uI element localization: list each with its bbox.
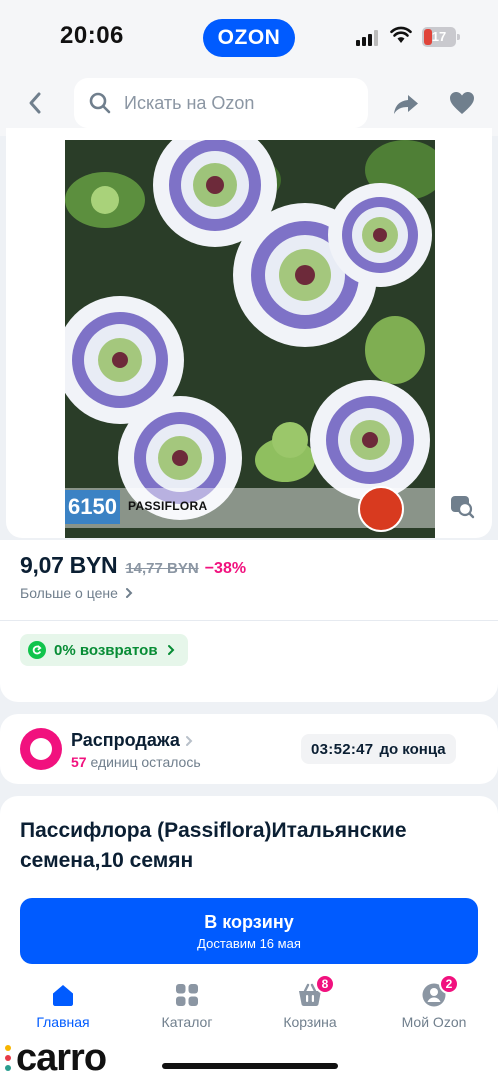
- product-info-card: Пассифлора (Passiflora)Итальянские семен…: [0, 796, 498, 982]
- carro-dots-icon: [4, 1043, 12, 1073]
- visual-search-button[interactable]: [440, 484, 484, 528]
- battery-level: 17: [431, 29, 447, 44]
- search-icon: [89, 92, 111, 114]
- tab-catalog-label: Каталог: [161, 1014, 213, 1030]
- carro-watermark-logo: carro: [4, 1037, 107, 1079]
- chevron-right-icon: [185, 735, 193, 746]
- add-to-cart-label: В корзину: [204, 912, 294, 932]
- more-about-price-label: Больше о цене: [20, 585, 118, 601]
- old-price: 14,77 BYN: [125, 560, 199, 577]
- returns-badge[interactable]: 0% возвратов: [20, 634, 188, 666]
- sale-remaining: 57 единиц осталось: [71, 754, 201, 770]
- chevron-right-icon: [167, 645, 174, 655]
- flower-3: [328, 183, 432, 287]
- timer-label: до конца: [379, 740, 446, 758]
- returns-label: 0% возвратов: [54, 641, 158, 659]
- more-about-price-link[interactable]: Больше о цене: [20, 585, 135, 601]
- packet-name: PASSIFLORA: [128, 499, 208, 513]
- quality-seal-icon: [358, 486, 404, 532]
- visual-search-icon: [451, 496, 475, 519]
- bottom-strip: carro: [0, 1036, 498, 1080]
- profile-icon: 2: [421, 974, 459, 1008]
- price-row: 9,07 BYN 14,77 BYN −38%: [20, 552, 246, 579]
- flower-6: [310, 380, 430, 500]
- current-price: 9,07 BYN: [20, 552, 118, 578]
- sale-logo-icon: [20, 728, 62, 770]
- tab-cart[interactable]: 8 Корзина: [260, 974, 360, 1030]
- product-title: Пассифлора (Passiflora)Итальянские семен…: [20, 819, 407, 872]
- sale-title-text: Распродажа: [71, 730, 180, 750]
- sale-card[interactable]: Распродажа 57 единиц осталось 03:52:47 д…: [0, 714, 498, 784]
- bottom-tab-bar: Главная Каталог 8 Корзина 2 Мой Ozon: [0, 970, 498, 1036]
- tab-my-ozon[interactable]: 2 Мой Ozon: [384, 974, 484, 1030]
- passionflower-illustration: [65, 140, 435, 538]
- chevron-right-icon: [125, 588, 133, 598]
- status-time: 20:06: [60, 22, 124, 49]
- heart-icon[interactable]: [449, 90, 475, 116]
- cart-badge: 8: [315, 974, 335, 994]
- product-photo[interactable]: 6150 PASSIFLORA: [65, 140, 435, 538]
- add-to-cart-button[interactable]: В корзину Доставим 16 мая: [20, 898, 478, 964]
- home-icon: [50, 982, 76, 1008]
- share-icon[interactable]: [392, 90, 420, 118]
- price-card: 9,07 BYN 14,77 BYN −38% Больше о цене 0%…: [0, 540, 498, 702]
- remaining-count: 57: [71, 754, 87, 770]
- returns-icon: [28, 641, 46, 659]
- profile-badge: 2: [439, 974, 459, 994]
- search-bar[interactable]: Искать на Ozon: [74, 78, 368, 128]
- cellular-signal-icon: [356, 30, 382, 46]
- tab-home-label: Главная: [36, 1014, 90, 1030]
- carro-watermark-text: carro: [16, 1037, 107, 1079]
- discount-badge: −38%: [204, 560, 247, 577]
- product-image-card[interactable]: 6150 PASSIFLORA: [6, 128, 492, 538]
- tab-home[interactable]: Главная: [13, 982, 113, 1030]
- timer-value: 03:52:47: [311, 740, 374, 758]
- top-nav-bar: Искать на Ozon: [0, 74, 498, 136]
- ozon-app-badge[interactable]: OZON: [203, 19, 295, 57]
- cart-icon: 8: [297, 974, 335, 1008]
- back-button[interactable]: [20, 88, 50, 118]
- back-icon: [29, 92, 41, 114]
- home-indicator[interactable]: [162, 1063, 338, 1069]
- battery-icon: 17: [422, 27, 460, 47]
- wifi-icon: [390, 26, 412, 43]
- remaining-text: единиц осталось: [90, 754, 201, 770]
- divider: [0, 620, 498, 621]
- tab-catalog[interactable]: Каталог: [137, 982, 237, 1030]
- status-bar: 20:06 OZON 17: [0, 0, 498, 74]
- tab-my-ozon-label: Мой Ozon: [401, 1014, 467, 1030]
- delivery-date: Доставим 16 мая: [197, 936, 301, 951]
- tab-cart-label: Корзина: [283, 1014, 337, 1030]
- search-placeholder: Искать на Ozon: [124, 92, 255, 113]
- catalog-icon: [174, 982, 200, 1008]
- sale-title[interactable]: Распродажа: [71, 730, 194, 751]
- sale-timer: 03:52:47 до конца: [301, 734, 456, 764]
- packet-code: 6150: [65, 490, 120, 524]
